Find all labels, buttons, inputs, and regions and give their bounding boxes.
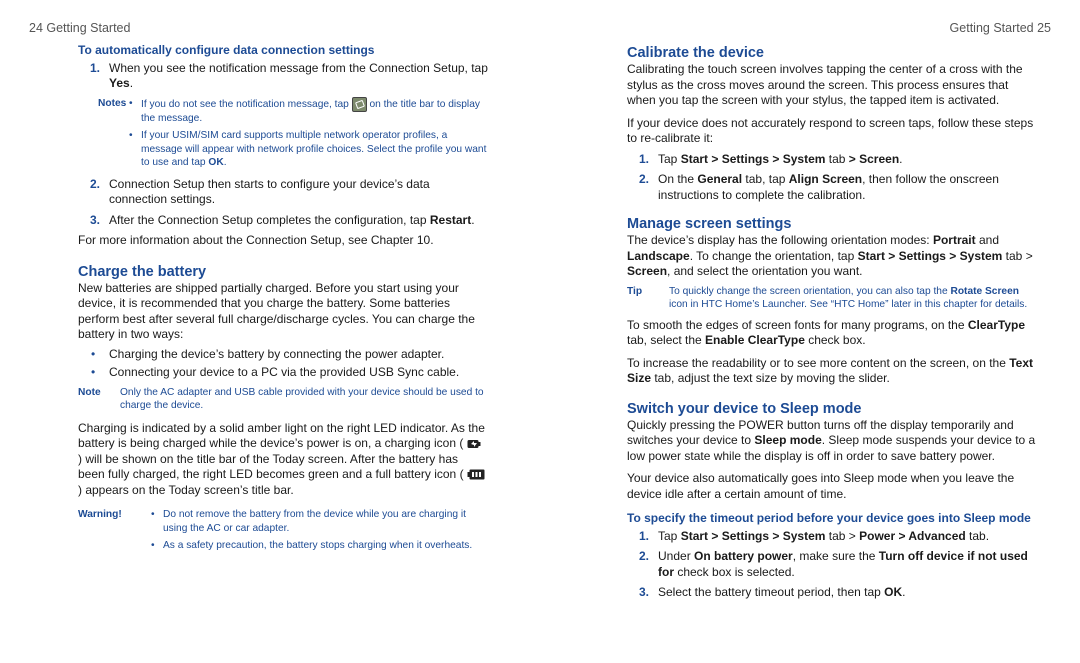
warning-block: Warning! • Do not remove the battery from…: [78, 508, 488, 557]
step-3: 3. After the Connection Setup completes …: [90, 212, 475, 227]
notification-icon: [351, 96, 367, 112]
note-item: • If your USIM/SIM card supports multipl…: [129, 130, 487, 168]
step-1: 1. Tap Start > Settings > System tab > S…: [639, 151, 903, 166]
left-page: 24 Getting Started To automatically conf…: [0, 0, 540, 663]
right-column: Calibrate the device Calibrating the tou…: [627, 44, 1037, 606]
data-connection-steps: 1. When you see the notification message…: [78, 61, 488, 92]
procedure-title-timeout: To specify the timeout period before you…: [627, 511, 1031, 525]
calibrate-steps: 1. Tap Start > Settings > System tab > S…: [627, 152, 1037, 204]
charging-icon: [467, 439, 481, 448]
heading-charge-battery: Charge the battery: [78, 263, 207, 280]
notes-block: Notes • If you do not see the notificati…: [98, 96, 488, 174]
left-column: To automatically configure data connecti…: [78, 43, 488, 564]
more-info-text: For more information about the Connectio…: [78, 233, 434, 247]
heading-calibrate: Calibrate the device: [627, 45, 764, 61]
sleep-intro: Quickly pressing the POWER button turns …: [627, 417, 1036, 463]
list-item: • Connecting your device to a PC via the …: [91, 365, 460, 379]
charging-indicator-text: Charging is indicated by a solid amber l…: [78, 420, 485, 497]
heading-sleep-mode: Switch your device to Sleep mode: [627, 400, 862, 417]
step-number: 1.: [90, 60, 101, 75]
heading-manage-screen: Manage screen settings: [627, 216, 792, 232]
note-text: Only the AC adapter and USB cable provid…: [120, 386, 484, 412]
step-2: 2. Under On battery power, make sure the…: [639, 549, 1028, 579]
notes-label: Notes: [98, 97, 127, 109]
running-head-right: Getting Started 25: [949, 21, 1051, 35]
list-item: • Charging the device’s battery by connec…: [91, 346, 445, 361]
orientation-text: The device’s display has the following o…: [627, 233, 1033, 278]
timeout-steps: 1. Tap Start > Settings > System tab > P…: [627, 529, 1037, 601]
tip-block: Tip To quickly change the screen orienta…: [627, 285, 1037, 312]
sleep-auto-text: Your device also automatically goes into…: [627, 471, 1015, 501]
cleartype-text: To smooth the edges of screen fonts for …: [627, 317, 1025, 348]
text-size-text: To increase the readability or to see mo…: [627, 355, 1034, 386]
step-2: 2. Connection Setup then starts to confi…: [90, 176, 430, 207]
tip-text: To quickly change the screen orientation…: [669, 285, 1028, 311]
step-1: 1. Tap Start > Settings > System tab > P…: [639, 528, 990, 543]
step-1: 1. When you see the notification message…: [90, 60, 488, 91]
charge-methods-list: • Charging the device’s battery by connec…: [78, 347, 488, 381]
note-block: Note Only the AC adapter and USB cable p…: [78, 386, 488, 413]
warning-item: • Do not remove the battery from the devi…: [151, 509, 466, 534]
note-item: • If you do not see the notification mes…: [129, 96, 480, 124]
tip-label: Tip: [627, 285, 643, 297]
procedure-title-data-connection: To automatically configure data connecti…: [78, 43, 375, 57]
charge-intro: New batteries are shipped partially char…: [78, 280, 475, 342]
full-battery-icon: [467, 469, 485, 480]
step-2: 2. On the General tab, tap Align Screen,…: [639, 172, 999, 202]
step-3: 3. Select the battery timeout period, th…: [639, 585, 906, 599]
warning-label: Warning!: [78, 509, 122, 520]
running-head-left: 24 Getting Started: [29, 21, 131, 35]
calibrate-instructions: If your device does not accurately respo…: [627, 115, 1034, 146]
warning-item: • As a safety precaution, the battery sto…: [151, 540, 473, 551]
note-label: Note: [78, 386, 101, 398]
calibrate-intro: Calibrating the touch screen involves ta…: [627, 62, 1023, 107]
data-connection-steps-cont: 2. Connection Setup then starts to confi…: [78, 177, 488, 229]
